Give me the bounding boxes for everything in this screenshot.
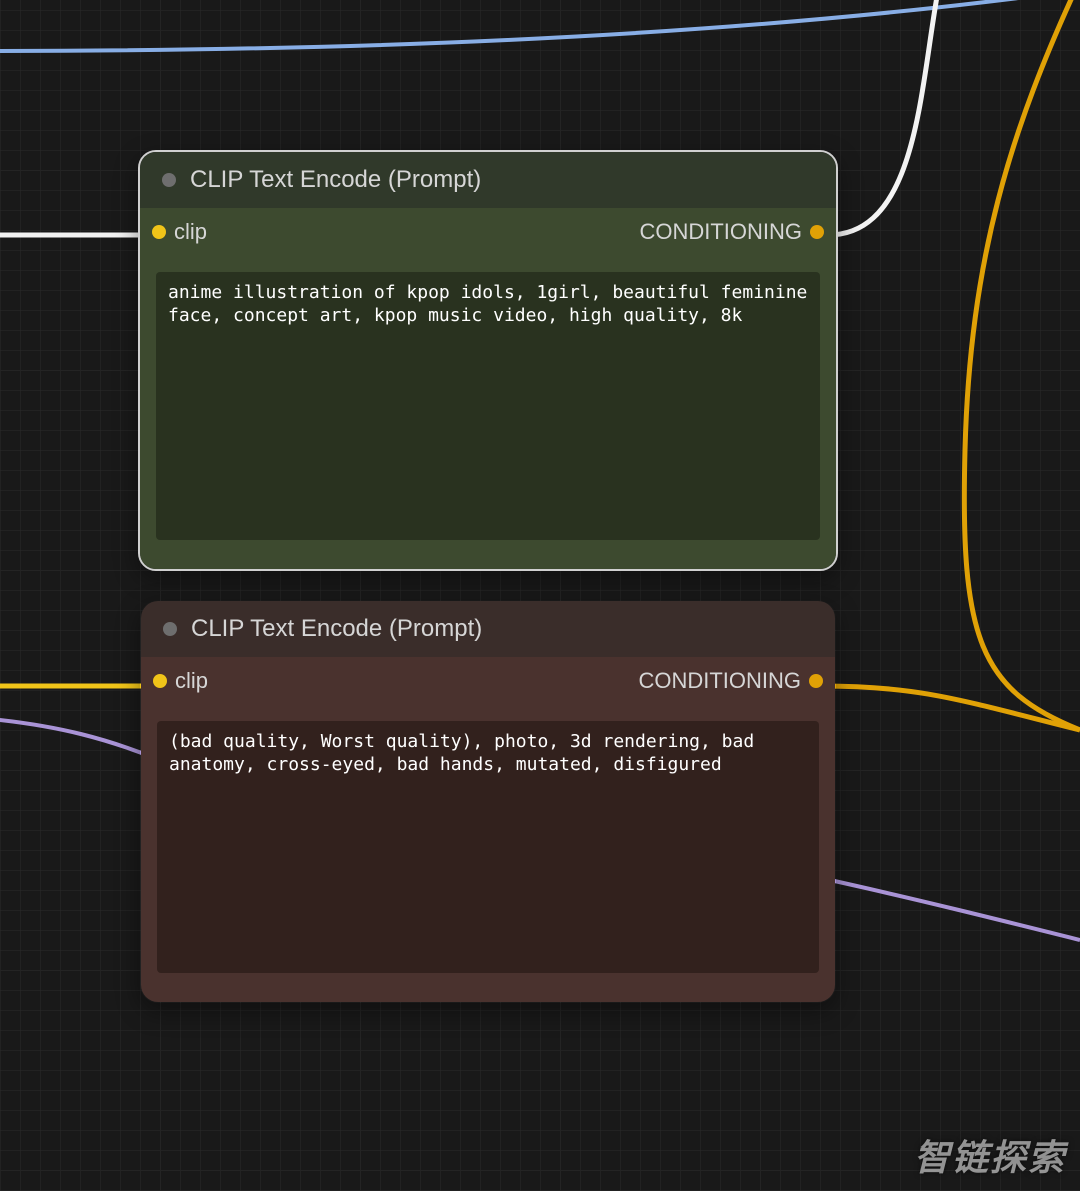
node-io-row: clip CONDITIONING <box>140 208 836 256</box>
input-label-clip: clip <box>174 219 207 245</box>
collapse-dot-icon[interactable] <box>162 173 176 187</box>
output-label-conditioning: CONDITIONING <box>638 668 801 694</box>
collapse-dot-icon[interactable] <box>163 622 177 636</box>
node-clip-text-encode-negative[interactable]: CLIP Text Encode (Prompt) clip CONDITION… <box>140 600 836 1003</box>
node-titlebar[interactable]: CLIP Text Encode (Prompt) <box>140 152 836 208</box>
output-label-conditioning: CONDITIONING <box>639 219 802 245</box>
node-io-row: clip CONDITIONING <box>141 657 835 705</box>
input-label-clip: clip <box>175 668 208 694</box>
node-body <box>141 705 835 1002</box>
node-title: CLIP Text Encode (Prompt) <box>191 615 482 643</box>
prompt-text-input[interactable] <box>157 721 819 973</box>
input-port-clip[interactable] <box>153 674 167 688</box>
watermark-text: 智链探索 <box>914 1129 1066 1181</box>
node-title: CLIP Text Encode (Prompt) <box>190 166 481 194</box>
input-port-clip[interactable] <box>152 225 166 239</box>
output-port-conditioning[interactable] <box>810 225 824 239</box>
prompt-text-input[interactable] <box>156 272 820 540</box>
node-clip-text-encode-positive[interactable]: CLIP Text Encode (Prompt) clip CONDITION… <box>138 150 838 571</box>
output-port-conditioning[interactable] <box>809 674 823 688</box>
node-body <box>140 256 836 569</box>
node-titlebar[interactable]: CLIP Text Encode (Prompt) <box>141 601 835 657</box>
